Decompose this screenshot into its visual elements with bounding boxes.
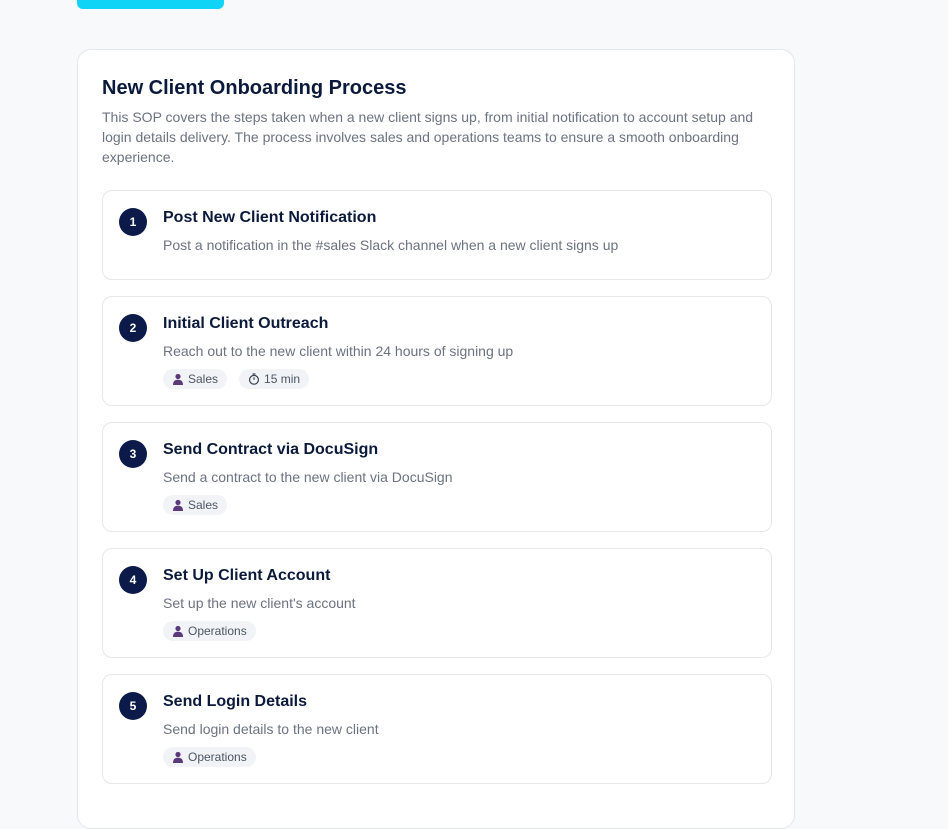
step-number-badge: 5 — [119, 692, 147, 720]
step-number-badge: 3 — [119, 440, 147, 468]
step-card-1[interactable]: 1 Post New Client Notification Post a no… — [102, 190, 772, 280]
step-card-2[interactable]: 2 Initial Client Outreach Reach out to t… — [102, 296, 772, 406]
step-description: Send a contract to the new client via Do… — [163, 469, 453, 485]
user-icon — [173, 625, 183, 637]
role-label: Sales — [188, 372, 219, 386]
duration-label: 15 min — [264, 372, 301, 386]
step-number-badge: 2 — [119, 314, 147, 342]
step-title: Set Up Client Account — [163, 567, 331, 584]
step-number-badge: 4 — [119, 566, 147, 594]
top-action-button[interactable] — [77, 0, 224, 9]
step-tags: Sales 15 min — [163, 369, 310, 389]
user-icon — [173, 751, 183, 763]
step-tags: Sales — [163, 495, 228, 515]
sop-description: This SOP covers the steps taken when a n… — [102, 109, 754, 165]
timer-icon — [249, 373, 260, 385]
step-title: Send Login Details — [163, 693, 308, 710]
step-card-4[interactable]: 4 Set Up Client Account Set up the new c… — [102, 548, 772, 658]
role-tag: Sales — [163, 369, 228, 389]
role-tag: Operations — [163, 621, 256, 641]
user-icon — [173, 499, 183, 511]
step-description: Set up the new client's account — [163, 595, 356, 611]
step-title: Initial Client Outreach — [163, 315, 329, 332]
step-number-badge: 1 — [119, 208, 147, 236]
step-description: Send login details to the new client — [163, 721, 379, 737]
step-card-5[interactable]: 5 Send Login Details Send login details … — [102, 674, 772, 784]
role-tag: Sales — [163, 495, 228, 515]
role-label: Sales — [188, 498, 219, 512]
sop-card: New Client Onboarding Process This SOP c… — [77, 49, 795, 829]
user-icon — [173, 373, 183, 385]
sop-title: New Client Onboarding Process — [102, 77, 407, 99]
step-card-3[interactable]: 3 Send Contract via DocuSign Send a cont… — [102, 422, 772, 532]
step-title: Send Contract via DocuSign — [163, 441, 379, 458]
duration-tag: 15 min — [239, 369, 310, 389]
step-description: Post a notification in the #sales Slack … — [163, 237, 619, 253]
step-tags: Operations — [163, 747, 256, 767]
role-tag: Operations — [163, 747, 256, 767]
role-label: Operations — [188, 624, 247, 638]
step-description: Reach out to the new client within 24 ho… — [163, 343, 514, 359]
step-tags: Operations — [163, 621, 256, 641]
step-title: Post New Client Notification — [163, 209, 377, 226]
role-label: Operations — [188, 750, 247, 764]
